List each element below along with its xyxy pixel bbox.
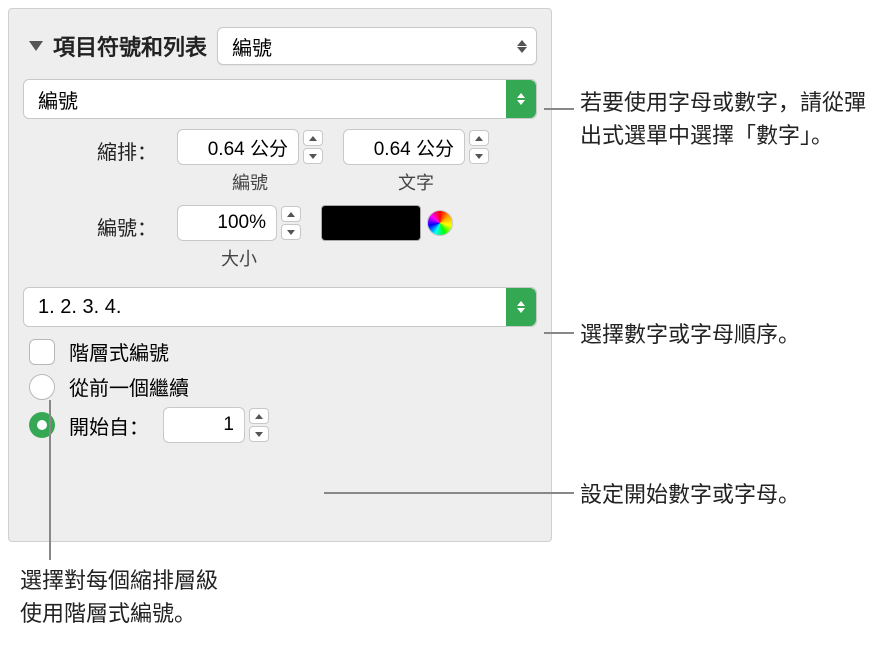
number-color-swatch[interactable] [321, 205, 421, 241]
startfrom-input[interactable]: 1 [163, 407, 245, 443]
hierarchical-label: 階層式編號 [69, 337, 169, 366]
sequence-style-dropdown[interactable]: 1. 2. 3. 4. [23, 287, 537, 327]
indent-text-stepper[interactable] [469, 130, 489, 164]
hierarchical-annotation-line2: 使用階層式編號。 [20, 597, 218, 630]
indent-number-sublabel: 編號 [232, 169, 268, 195]
list-type-value: 編號 [232, 32, 272, 61]
number-style-value: 編號 [38, 85, 78, 114]
sequence-style-value: 1. 2. 3. 4. [38, 296, 121, 319]
dropdown-arrow-icon [506, 80, 536, 118]
chevrons-icon [516, 40, 528, 53]
bullets-lists-panel: 項目符號和列表 編號 編號 縮排： 0.64 公分 編號 0.64 公 [8, 8, 552, 542]
startfrom-label: 開始自： [69, 411, 149, 440]
hierarchical-annotation-line1: 選擇對每個縮排層級 [20, 564, 218, 597]
indent-number-stepper[interactable] [303, 130, 323, 164]
callout-line [544, 332, 574, 334]
start-from-radio[interactable] [29, 412, 55, 438]
startfrom-radio-row: 開始自： 1 [29, 407, 537, 443]
indent-label: 縮排： [75, 129, 157, 165]
continue-radio-row: 從前一個繼續 [29, 372, 537, 401]
startfrom-annotation: 設定開始數字或字母。 [580, 478, 800, 511]
indent-row: 縮排： 0.64 公分 編號 0.64 公分 文字 [23, 129, 537, 195]
panel-header: 項目符號和列表 編號 [23, 27, 537, 65]
hierarchical-checkbox[interactable] [29, 339, 55, 365]
panel-title: 項目符號和列表 [53, 30, 207, 62]
dropdown-arrow-icon [506, 288, 536, 326]
number-style-dropdown[interactable]: 編號 [23, 79, 537, 119]
indent-text-sublabel: 文字 [398, 169, 434, 195]
startfrom-stepper[interactable] [249, 408, 269, 442]
hierarchical-annotation: 選擇對每個縮排層級 使用階層式編號。 [20, 564, 218, 630]
continue-from-previous-radio[interactable] [29, 374, 55, 400]
indent-number-input[interactable]: 0.64 公分 [177, 129, 299, 165]
number-size-label: 編號： [75, 205, 157, 241]
sequence-annotation: 選擇數字或字母順序。 [580, 318, 800, 351]
callout-line [324, 492, 574, 494]
type-annotation: 若要使用字母或數字，請從彈出式選單中選擇「數字」。 [580, 86, 880, 152]
indent-text-input[interactable]: 0.64 公分 [343, 129, 465, 165]
continue-label: 從前一個繼續 [69, 372, 189, 401]
disclosure-triangle-icon[interactable] [29, 41, 43, 51]
number-size-sublabel: 大小 [221, 245, 257, 271]
hierarchical-checkbox-row: 階層式編號 [29, 337, 537, 366]
list-type-dropdown[interactable]: 編號 [217, 27, 537, 65]
number-size-input[interactable]: 100% [177, 205, 277, 241]
callout-line [544, 108, 574, 110]
color-wheel-icon[interactable] [427, 210, 453, 236]
number-size-stepper[interactable] [281, 206, 301, 240]
number-size-row: 編號： 100% 大小 [23, 205, 537, 271]
callout-line [49, 400, 51, 560]
